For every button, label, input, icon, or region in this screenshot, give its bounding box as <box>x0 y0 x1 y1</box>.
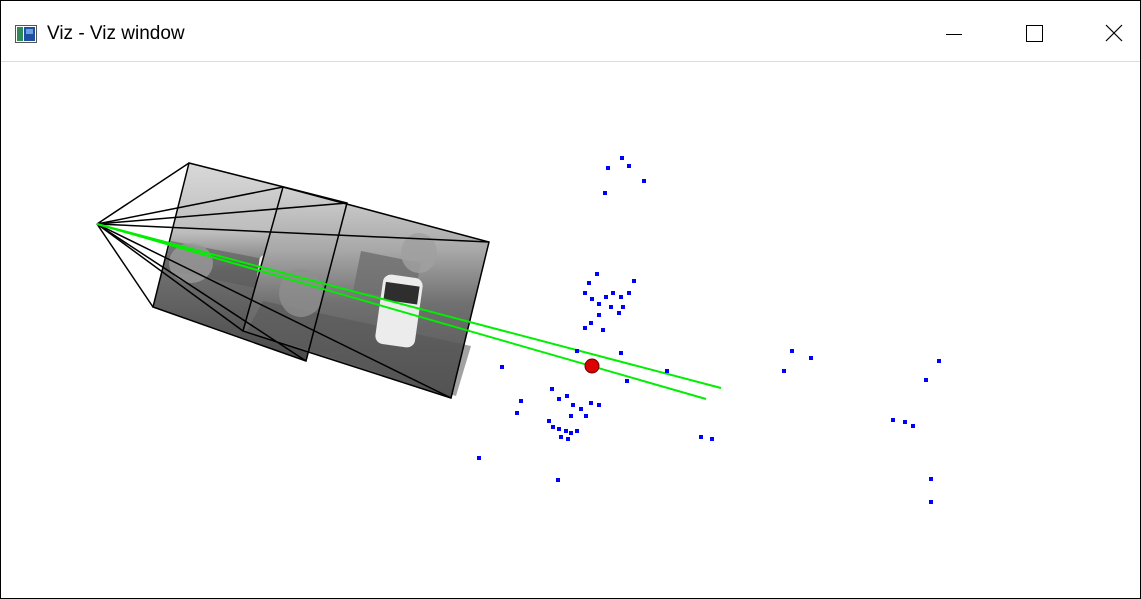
point <box>619 295 623 299</box>
point <box>601 328 605 332</box>
point <box>642 179 646 183</box>
maximize-icon <box>1026 25 1043 42</box>
point <box>551 425 555 429</box>
point <box>557 397 561 401</box>
point <box>556 478 560 482</box>
close-button[interactable] <box>1091 13 1137 55</box>
point <box>590 297 594 301</box>
point <box>519 399 523 403</box>
point <box>515 411 519 415</box>
point <box>929 500 933 504</box>
point <box>575 429 579 433</box>
point <box>611 291 615 295</box>
maximize-button[interactable] <box>1011 13 1057 55</box>
point <box>557 427 561 431</box>
point <box>620 156 624 160</box>
point <box>584 414 588 418</box>
minimize-icon <box>946 34 962 35</box>
point <box>566 437 570 441</box>
point <box>597 313 601 317</box>
point <box>617 311 621 315</box>
point <box>699 435 703 439</box>
point <box>500 365 504 369</box>
point <box>597 302 601 306</box>
point <box>583 291 587 295</box>
point <box>710 437 714 441</box>
point <box>583 326 587 330</box>
point <box>603 191 607 195</box>
point <box>891 418 895 422</box>
point <box>609 305 613 309</box>
point <box>477 456 481 460</box>
point <box>595 272 599 276</box>
point <box>589 401 593 405</box>
point <box>627 164 631 168</box>
point <box>571 403 575 407</box>
point <box>782 369 786 373</box>
point <box>550 387 554 391</box>
point <box>564 429 568 433</box>
point-cloud <box>477 156 941 504</box>
point <box>903 420 907 424</box>
point <box>565 394 569 398</box>
point <box>559 435 563 439</box>
scene-canvas[interactable] <box>1 62 1140 598</box>
title-bar[interactable]: Viz - Viz window <box>1 1 1140 62</box>
point <box>924 378 928 382</box>
point <box>569 431 573 435</box>
point <box>619 351 623 355</box>
point <box>625 379 629 383</box>
point <box>575 349 579 353</box>
point <box>606 166 610 170</box>
point <box>597 403 601 407</box>
point <box>604 295 608 299</box>
camera-image-2 <box>243 187 489 398</box>
close-icon <box>1105 24 1123 42</box>
point <box>937 359 941 363</box>
point <box>547 419 551 423</box>
point <box>929 477 933 481</box>
viz-window: Viz - Viz window <box>0 0 1141 599</box>
point <box>589 321 593 325</box>
minimize-button[interactable] <box>931 13 977 55</box>
point <box>621 305 625 309</box>
point <box>911 424 915 428</box>
window-title: Viz - Viz window <box>47 23 185 44</box>
point <box>569 414 573 418</box>
point <box>790 349 794 353</box>
point <box>587 281 591 285</box>
point <box>809 356 813 360</box>
viz-app-icon <box>15 25 37 43</box>
triangulated-point <box>584 358 600 374</box>
point <box>579 407 583 411</box>
point <box>627 291 631 295</box>
point <box>665 369 669 373</box>
3d-viewport[interactable] <box>1 62 1140 598</box>
point <box>632 279 636 283</box>
